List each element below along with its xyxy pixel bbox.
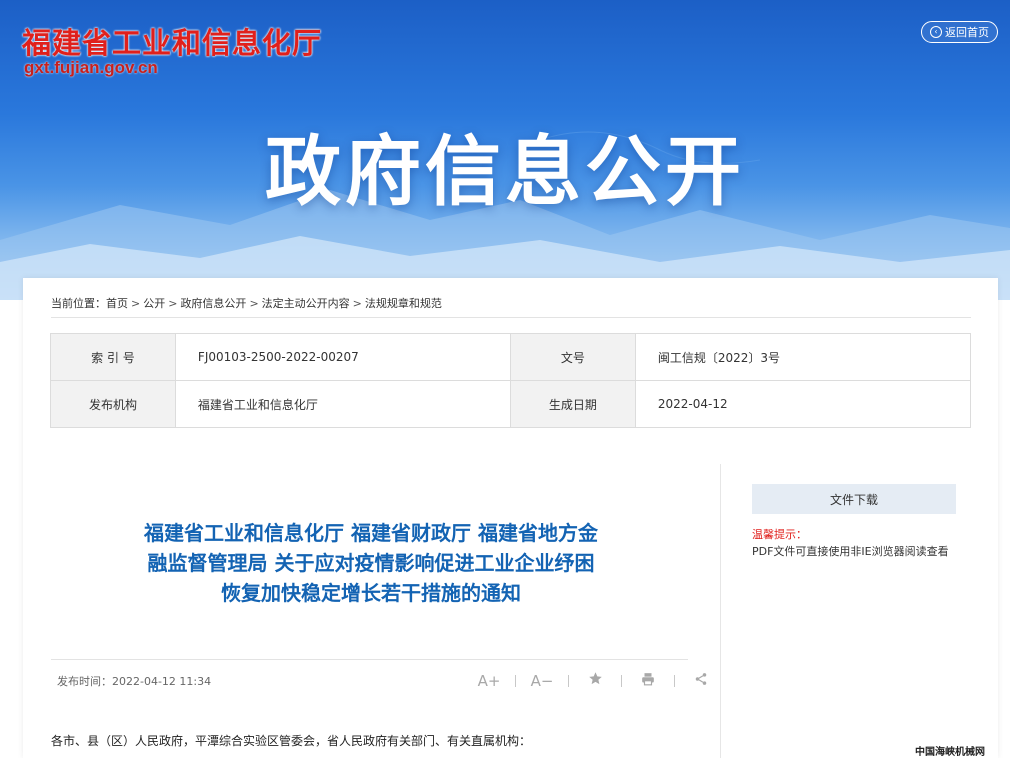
breadcrumb-divider: [51, 317, 971, 318]
index-value: FJ00103-2500-2022-00207: [174, 333, 511, 381]
tool-separator: [621, 674, 622, 687]
table-row: 索 引 号 FJ00103-2500-2022-00207 文号 闽工信规〔20…: [50, 333, 972, 381]
file-download-button[interactable]: 文件下载: [752, 484, 956, 514]
breadcrumb-item-statutory[interactable]: 法定主动公开内容: [262, 297, 350, 310]
back-home-label: 返回首页: [945, 26, 989, 39]
breadcrumb-item-public[interactable]: 公开: [143, 297, 165, 310]
tip-text: PDF文件可直接使用非IE浏览器阅读查看: [752, 545, 949, 558]
docno-value: 闽工信规〔2022〕3号: [634, 333, 972, 381]
breadcrumb: 当前位置：首页 > 公开 > 政府信息公开 > 法定主动公开内容 > 法规规章和规范: [51, 295, 442, 311]
section-title: 政府信息公开: [265, 127, 745, 216]
column-divider: [720, 464, 721, 758]
publisher-label: 发布机构: [50, 380, 176, 428]
content-card: 当前位置：首页 > 公开 > 政府信息公开 > 法定主动公开内容 > 法规规章和规范 索 引 号…: [23, 278, 998, 758]
publisher-value: 福建省工业和信息化厅: [174, 380, 511, 428]
star-icon[interactable]: [583, 671, 607, 690]
breadcrumb-separator: >: [249, 297, 259, 310]
back-home-button[interactable]: ‹ 返回首页: [921, 21, 998, 43]
breadcrumb-prefix: 当前位置：: [51, 297, 106, 310]
tool-separator: [674, 674, 675, 687]
back-arrow-icon: ‹: [930, 26, 942, 38]
breadcrumb-item-home[interactable]: 首页: [106, 297, 128, 310]
font-increase-button[interactable]: A+: [477, 672, 501, 690]
breadcrumb-separator: >: [352, 297, 362, 310]
breadcrumb-separator: >: [131, 297, 141, 310]
print-icon[interactable]: [636, 672, 660, 690]
tip-label: 温馨提示：: [752, 528, 807, 541]
table-row: 发布机构 福建省工业和信息化厅 生成日期 2022-04-12: [50, 380, 972, 428]
tool-separator: [568, 674, 569, 687]
date-value: 2022-04-12: [634, 380, 972, 428]
date-label: 生成日期: [509, 380, 636, 428]
breadcrumb-item-gov-info[interactable]: 政府信息公开: [180, 297, 246, 310]
watermark-text: 中国海峡机械网: [915, 747, 985, 758]
breadcrumb-item-regulations[interactable]: 法规规章和规范: [365, 297, 442, 310]
article-tools: A+ A−: [477, 671, 713, 690]
index-label: 索 引 号: [50, 333, 176, 381]
article-body-first-line: 各市、县（区）人民政府，平潭综合实验区管委会，省人民政府有关部门、有关直属机构：: [51, 734, 532, 748]
document-meta-table: 索 引 号 FJ00103-2500-2022-00207 文号 闽工信规〔20…: [50, 333, 972, 428]
article-title: 福建省工业和信息化厅 福建省财政厅 福建省地方金融监督管理局 关于应对疫情影响促…: [144, 521, 598, 605]
docno-label: 文号: [509, 333, 636, 381]
site-url: gxt.fujian.gov.cn: [24, 58, 158, 77]
share-icon[interactable]: [689, 672, 713, 690]
header-banner: 福建省工业和信息化厅 gxt.fujian.gov.cn ‹ 返回首页 政府信息…: [0, 0, 1010, 300]
font-decrease-button[interactable]: A−: [530, 672, 554, 690]
publish-time: 发布时间：2022-04-12 11:34: [57, 675, 212, 688]
breadcrumb-separator: >: [168, 297, 178, 310]
title-divider: [51, 659, 688, 660]
site-title[interactable]: 福建省工业和信息化厅: [22, 20, 322, 62]
tool-separator: [515, 674, 516, 687]
